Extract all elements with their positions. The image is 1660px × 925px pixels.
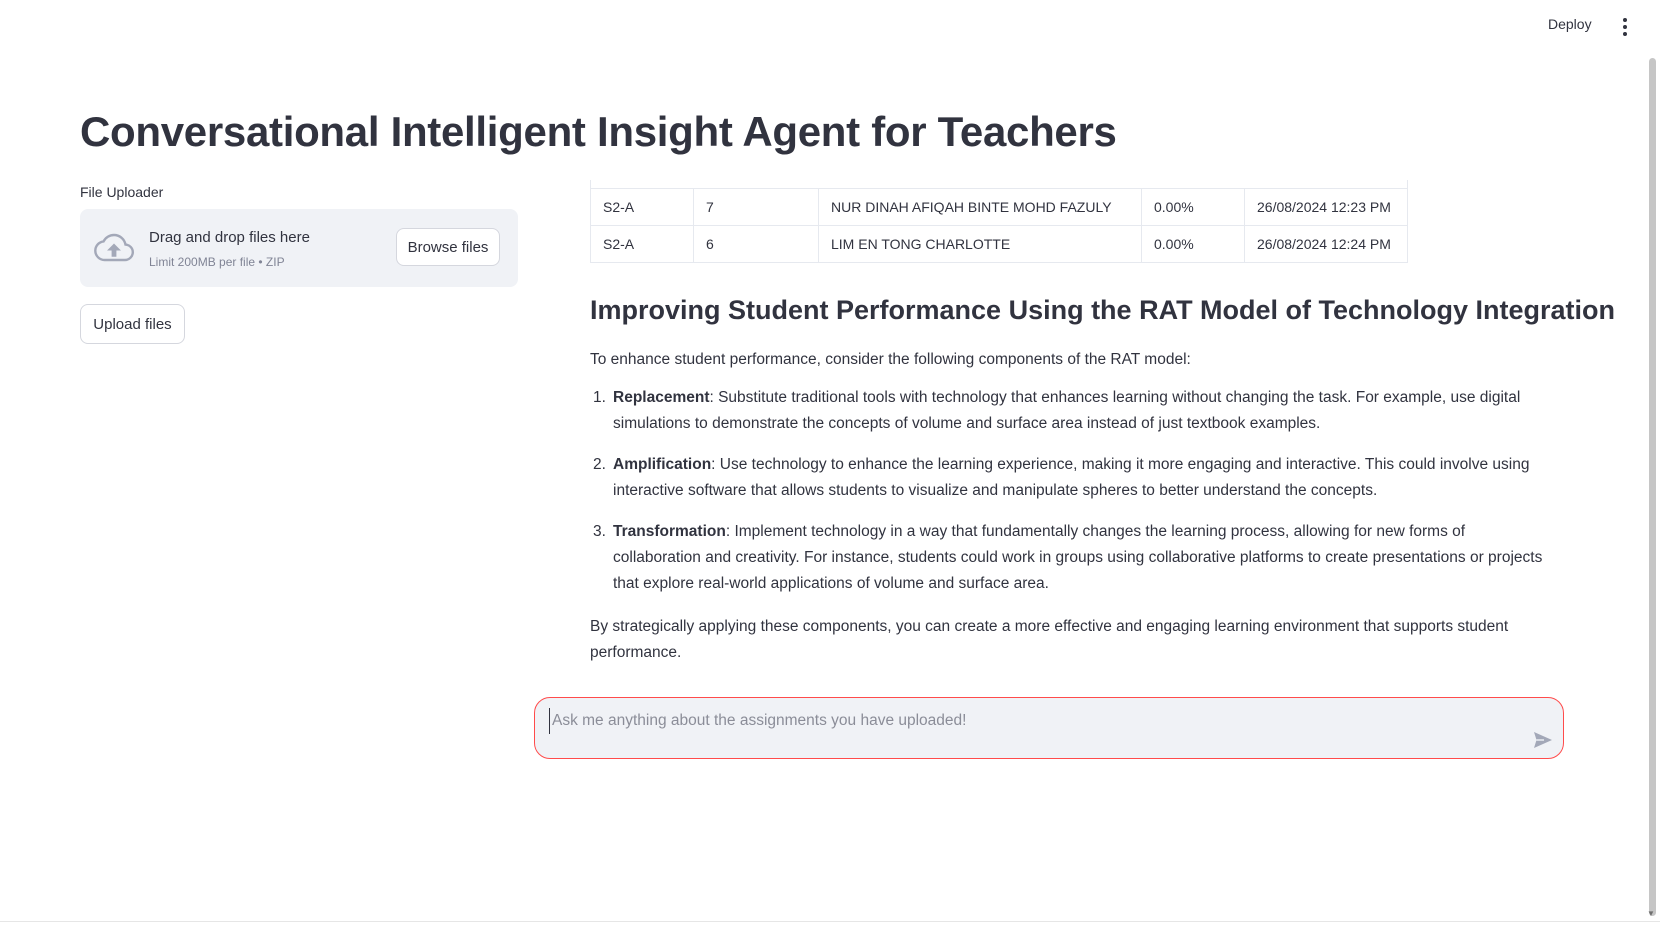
- list-term: Transformation: [613, 523, 726, 540]
- list-number: 1.: [593, 389, 606, 406]
- table-cell-number: 6: [693, 225, 819, 263]
- submissions-table: S2-A 7 NUR DINAH AFIQAH BINTE MOHD FAZUL…: [590, 180, 1408, 263]
- chat-input-container[interactable]: [534, 697, 1564, 759]
- file-uploader-label: File Uploader: [80, 184, 164, 200]
- table-row: S2-A 6 LIM EN TONG CHARLOTTE 0.00% 26/08…: [590, 225, 1408, 263]
- dropzone-title: Drag and drop files here: [149, 229, 310, 246]
- list-number: 2.: [593, 456, 606, 473]
- list-term: Amplification: [613, 456, 712, 473]
- table-row: S2-A 7 NUR DINAH AFIQAH BINTE MOHD FAZUL…: [590, 188, 1408, 226]
- table-cell-timestamp: 26/08/2024 12:23 PM: [1244, 188, 1408, 226]
- response-intro: To enhance student performance, consider…: [590, 351, 1191, 368]
- table-cell-name: LIM EN TONG CHARLOTTE: [818, 225, 1142, 263]
- upload-files-button[interactable]: Upload files: [80, 304, 185, 344]
- kebab-menu-icon[interactable]: [1622, 18, 1628, 36]
- send-icon[interactable]: [1533, 731, 1553, 749]
- app-header: Deploy: [0, 0, 1660, 52]
- table-cell-score: 0.00%: [1141, 188, 1245, 226]
- dropzone-limit-text: Limit 200MB per file • ZIP: [149, 255, 285, 269]
- response-conclusion: By strategically applying these componen…: [590, 618, 1509, 661]
- table-cell-class: S2-A: [590, 188, 694, 226]
- kebab-dot: [1623, 32, 1627, 36]
- scroll-down-arrow-icon[interactable]: ▼: [1647, 909, 1655, 918]
- scrollbar-thumb[interactable]: [1649, 58, 1656, 916]
- kebab-dot: [1623, 25, 1627, 29]
- kebab-dot: [1623, 18, 1627, 22]
- response-heading: Improving Student Performance Using the …: [590, 295, 1616, 325]
- rat-components-list: 1. Replacement: Substitute traditional t…: [590, 385, 1550, 612]
- list-text: : Implement technology in a way that fun…: [613, 523, 1543, 592]
- list-item: 1. Replacement: Substitute traditional t…: [590, 385, 1550, 437]
- list-item: 3. Transformation: Implement technology …: [590, 519, 1550, 597]
- table-cell-timestamp: 26/08/2024 12:24 PM: [1244, 225, 1408, 263]
- chat-input[interactable]: [549, 708, 1504, 734]
- list-item: 2. Amplification: Use technology to enha…: [590, 452, 1550, 504]
- browse-files-button[interactable]: Browse files: [396, 228, 500, 266]
- table-cell-name: NUR DINAH AFIQAH BINTE MOHD FAZULY: [818, 188, 1142, 226]
- table-cell-score: 0.00%: [1141, 225, 1245, 263]
- deploy-button[interactable]: Deploy: [1548, 16, 1592, 32]
- table-cell-number: 7: [693, 188, 819, 226]
- list-text: : Substitute traditional tools with tech…: [613, 389, 1521, 432]
- file-dropzone[interactable]: Drag and drop files here Limit 200MB per…: [80, 209, 518, 287]
- list-text: : Use technology to enhance the learning…: [613, 456, 1530, 499]
- divider: [0, 921, 1660, 922]
- table-cell-class: S2-A: [590, 225, 694, 263]
- cloud-upload-icon: [94, 233, 134, 262]
- list-number: 3.: [593, 523, 606, 540]
- page-title: Conversational Intelligent Insight Agent…: [80, 108, 1117, 155]
- list-term: Replacement: [613, 389, 710, 406]
